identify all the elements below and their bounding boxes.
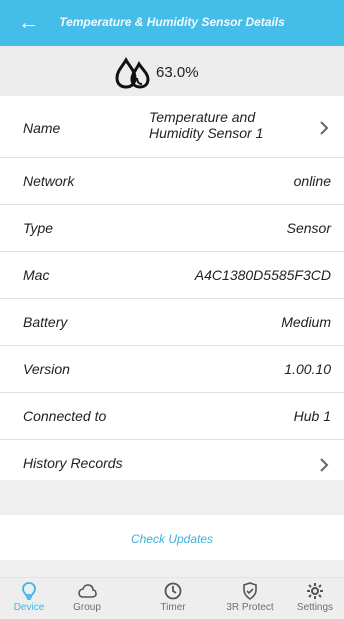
nav-label: 3R Protect — [226, 602, 274, 613]
detail-row-type: Type Sensor — [0, 205, 344, 252]
detail-value: Sensor — [286, 220, 331, 236]
detail-label: Network — [23, 173, 75, 189]
water-drops-icon — [115, 56, 150, 89]
check-updates-button[interactable]: Check Updates — [0, 532, 344, 546]
detail-value: online — [293, 173, 331, 189]
page-title: Temperature & Humidity Sensor Details — [59, 15, 285, 29]
lightbulb-icon — [22, 582, 36, 600]
detail-row-network: Network online — [0, 158, 344, 205]
humidity-value: 63.0% — [156, 63, 199, 81]
section-divider — [0, 560, 344, 577]
detail-value: A4C1380D5585F3CD — [194, 267, 331, 283]
nav-label: Device — [13, 602, 45, 613]
nav-label: Group — [73, 602, 101, 613]
detail-label: Connected to — [23, 408, 107, 424]
device-name-text: Temperature and Humidity Sensor 1 — [149, 109, 264, 141]
detail-label: Name — [23, 120, 61, 136]
detail-row-mac: Mac A4C1380D5585F3CD — [0, 252, 344, 299]
shield-check-icon — [243, 582, 257, 600]
gear-icon — [307, 583, 323, 599]
chevron-right-icon — [320, 458, 329, 472]
detail-row-connected: Connected to Hub 1 — [0, 393, 344, 440]
chevron-right-icon — [320, 121, 329, 135]
section-divider — [0, 480, 344, 515]
nav-3r-protect[interactable]: 3R Protect — [221, 581, 279, 613]
detail-value: Hub 1 — [293, 408, 331, 424]
details-list: Name Temperature and Humidity Sensor 1 N… — [0, 96, 344, 487]
detail-row-version: Version 1.00.10 — [0, 346, 344, 393]
nav-group[interactable]: Group — [58, 581, 116, 613]
device-name-value: Temperature and Humidity Sensor 1 — [149, 109, 279, 141]
detail-row-battery: Battery Medium — [0, 299, 344, 346]
detail-label: Type — [23, 220, 54, 236]
detail-label: Battery — [23, 314, 68, 330]
detail-label: Mac — [23, 267, 50, 283]
nav-settings[interactable]: Settings — [286, 581, 344, 613]
detail-value: Medium — [281, 314, 331, 330]
update-section: Check Updates — [0, 515, 344, 560]
cloud-icon — [78, 584, 97, 598]
nav-device[interactable]: Device — [0, 581, 58, 613]
nav-label: Timer — [160, 602, 186, 613]
detail-row-name[interactable]: Name Temperature and Humidity Sensor 1 — [0, 96, 344, 158]
nav-label: Settings — [296, 602, 334, 613]
nav-timer[interactable]: Timer — [144, 581, 202, 613]
detail-label: History Records — [23, 455, 123, 471]
detail-label: Version — [23, 361, 70, 377]
detail-value: 1.00.10 — [284, 361, 331, 377]
bottom-navigation: Device Group Timer 3R Protect Settings — [0, 577, 344, 619]
humidity-reading: 63.0% — [112, 56, 199, 90]
app-header: ← Temperature & Humidity Sensor Details — [0, 0, 344, 46]
humidity-panel: 63.0% — [0, 46, 344, 96]
clock-icon — [164, 582, 182, 600]
